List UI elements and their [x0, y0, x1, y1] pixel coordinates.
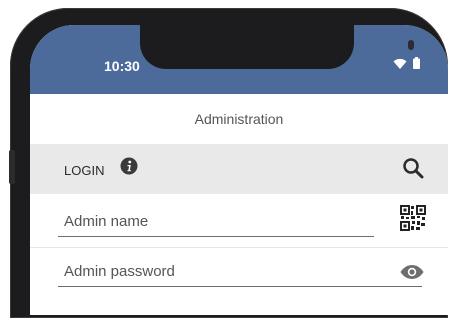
status-icons [393, 57, 420, 69]
admin-password-field[interactable]: Admin password [58, 255, 422, 287]
camera-icon [408, 40, 414, 50]
status-time: 10:30 [104, 58, 140, 74]
admin-password-underline [58, 286, 422, 287]
admin-name-placeholder: Admin name [64, 213, 149, 230]
app-screen: 10:30 Administration LOGIN Admin name Ad… [30, 25, 448, 315]
field-divider [30, 247, 448, 248]
qr-code-icon[interactable] [400, 205, 426, 231]
wifi-icon [393, 58, 407, 69]
page-title-bar: Administration [30, 94, 448, 144]
search-icon[interactable] [402, 157, 424, 179]
login-section-header[interactable]: LOGIN [30, 144, 448, 194]
admin-name-field[interactable]: Admin name [58, 205, 422, 237]
admin-name-underline [58, 236, 374, 237]
status-bar: 10:30 [30, 25, 448, 94]
admin-password-placeholder: Admin password [64, 263, 175, 280]
eye-icon[interactable] [400, 264, 424, 280]
battery-icon [413, 57, 420, 69]
phone-frame: 10:30 Administration LOGIN Admin name Ad… [9, 8, 448, 318]
login-label: LOGIN [64, 163, 105, 178]
page-title: Administration [194, 111, 284, 127]
phone-side-button [9, 150, 15, 184]
notch [140, 25, 414, 69]
info-icon[interactable] [120, 157, 138, 175]
